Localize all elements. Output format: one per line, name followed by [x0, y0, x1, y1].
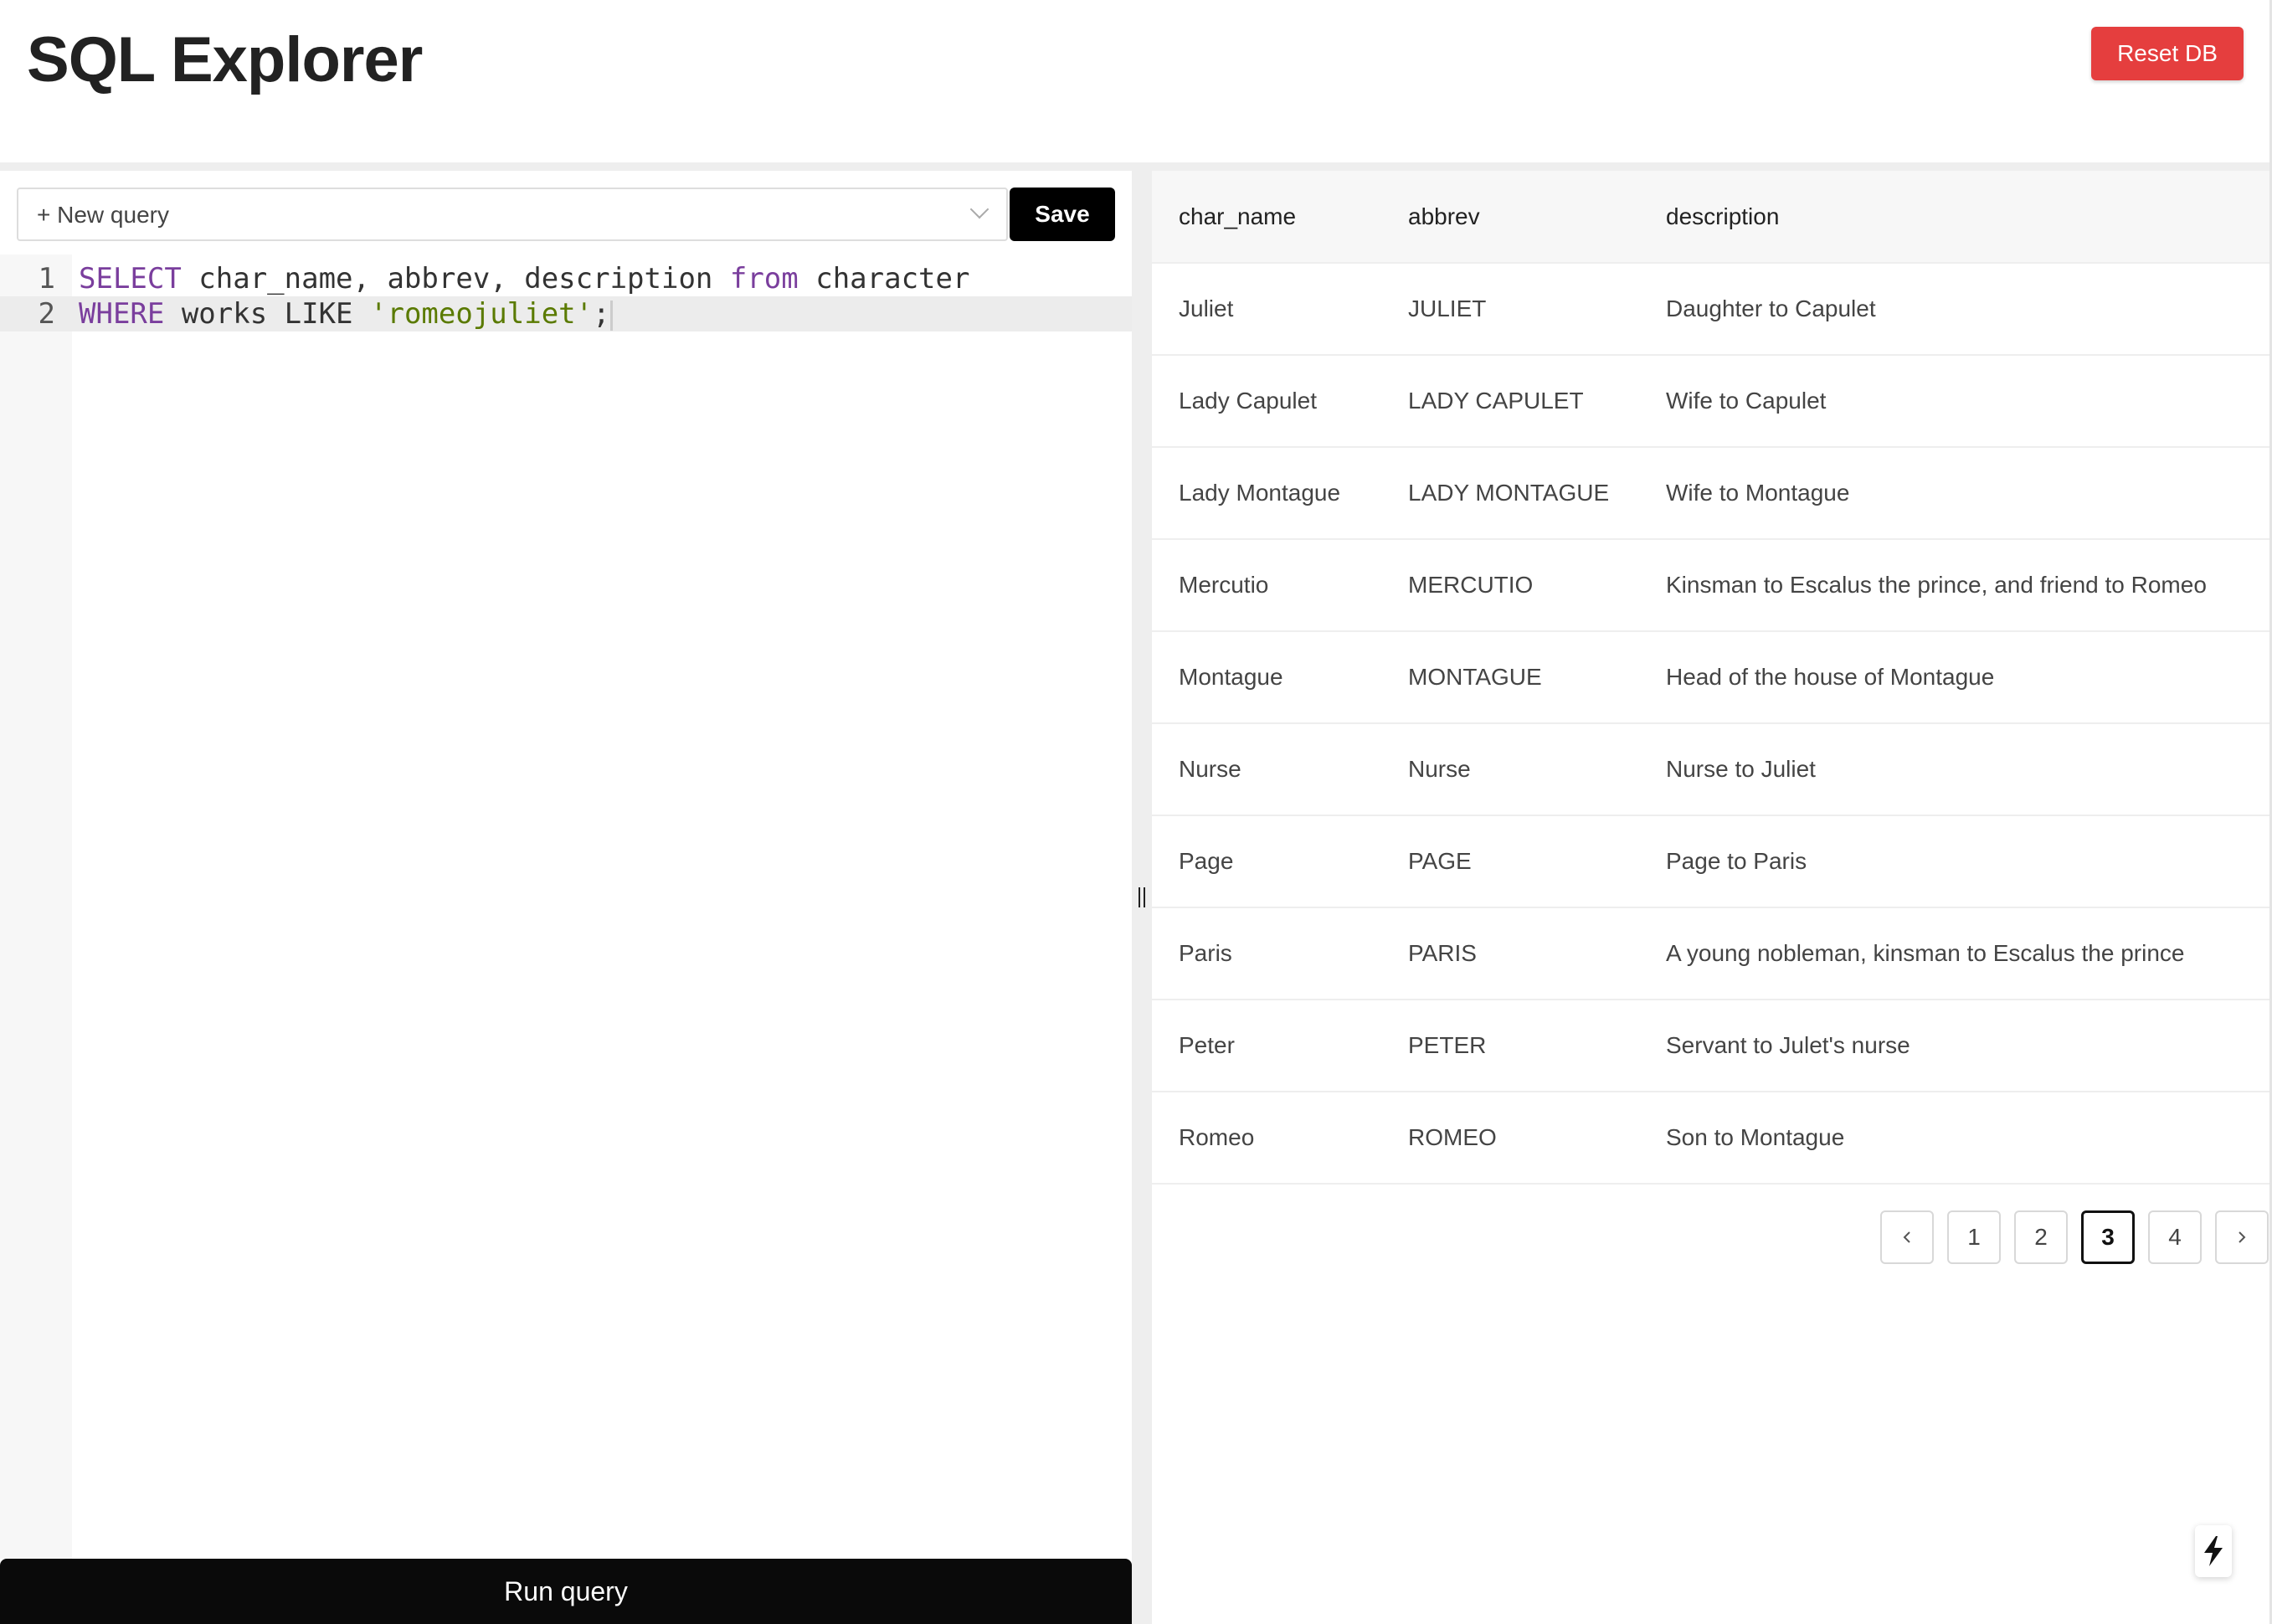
table-row: Peter PETER Servant to Julet's nurse: [1152, 1000, 2269, 1092]
table-cell-abbrev: PETER: [1381, 1000, 1639, 1092]
table-row: Mercutio MERCUTIO Kinsman to Escalus the p…: [1152, 539, 2269, 632]
table-cell-description: Page to Paris: [1639, 815, 2269, 908]
sql-keyword: WHERE: [79, 297, 165, 331]
results-pane: char_name abbrev description Juliet JULIE…: [1152, 171, 2269, 1624]
table-row: Lady Capulet LADY CAPULET Wife to Capulet: [1152, 355, 2269, 448]
editor-pane: + New query Save 1 SELECT char_name, abbr…: [0, 171, 1132, 1624]
table-cell-description: Daughter to Capulet: [1639, 263, 2269, 356]
page-button-current[interactable]: 3: [2081, 1210, 2135, 1264]
table-cell-description: Nurse to Juliet: [1639, 723, 2269, 816]
app-header: SQL Explorer Reset DB: [0, 0, 2272, 162]
code-editor[interactable]: 1 SELECT char_name, abbrev, description f…: [0, 254, 1132, 1559]
pane-resize-handle[interactable]: [1132, 171, 1152, 1624]
table-cell-abbrev: MONTAGUE: [1381, 631, 1639, 724]
sql-text: char_name, abbrev, description: [181, 262, 730, 296]
column-header: description: [1639, 171, 2269, 264]
table-row: Montague MONTAGUE Head of the house of Mon…: [1152, 631, 2269, 724]
table-cell-abbrev: ROMEO: [1381, 1092, 1639, 1185]
table-cell-abbrev: Nurse: [1381, 723, 1639, 816]
sql-string: 'romeojuliet': [370, 297, 594, 331]
bolt-button[interactable]: [2195, 1525, 2232, 1577]
page-button[interactable]: 4: [2148, 1210, 2202, 1264]
table-row: Page PAGE Page to Paris: [1152, 815, 2269, 908]
results-table: char_name abbrev description Juliet JULIE…: [1152, 171, 2269, 1185]
table-cell-description: Head of the house of Montague: [1639, 631, 2269, 724]
table-cell-description: Wife to Capulet: [1639, 355, 2269, 448]
sql-text: character: [798, 262, 970, 296]
chevron-left-icon: [1903, 1231, 1910, 1243]
table-header-row: char_name abbrev description: [1152, 171, 2269, 264]
page-button[interactable]: 1: [1947, 1210, 2001, 1264]
table-cell-char-name: Montague: [1152, 631, 1381, 724]
line-code: WHERE works LIKE 'romeojuliet';: [79, 296, 613, 331]
text-cursor: [609, 300, 613, 331]
page-button[interactable]: 2: [2014, 1210, 2068, 1264]
table-row: Lady Montague LADY MONTAGUE Wife to Montag…: [1152, 447, 2269, 540]
pagination: 1 2 3 4: [1880, 1210, 2269, 1264]
table-cell-char-name: Romeo: [1152, 1092, 1381, 1185]
table-cell-abbrev: JULIET: [1381, 263, 1639, 356]
table-cell-description: A young nobleman, kinsman to Escalus the…: [1639, 907, 2269, 1000]
table-row: Juliet JULIET Daughter to Capulet: [1152, 263, 2269, 356]
table-cell-description: Servant to Julet's nurse: [1639, 1000, 2269, 1092]
table-cell-abbrev: PARIS: [1381, 907, 1639, 1000]
query-select[interactable]: + New query: [17, 188, 1008, 241]
code-line[interactable]: 2 WHERE works LIKE 'romeojuliet';: [0, 296, 1132, 331]
column-header: char_name: [1152, 171, 1381, 264]
sql-keyword: SELECT: [79, 262, 182, 296]
line-number: 2: [38, 297, 55, 331]
save-button[interactable]: Save: [1010, 188, 1115, 241]
table-cell-abbrev: MERCUTIO: [1381, 539, 1639, 632]
line-number-gutter: [0, 254, 72, 1559]
run-query-button[interactable]: Run query: [0, 1559, 1132, 1624]
table-cell-char-name: Juliet: [1152, 263, 1381, 356]
line-code: SELECT char_name, abbrev, description fr…: [79, 261, 969, 296]
sql-text: works LIKE: [164, 297, 370, 331]
table-cell-char-name: Lady Montague: [1152, 447, 1381, 540]
table-cell-abbrev: LADY CAPULET: [1381, 355, 1639, 448]
table-cell-char-name: Paris: [1152, 907, 1381, 1000]
table-cell-description: Son to Montague: [1639, 1092, 2269, 1185]
next-page-button[interactable]: [2215, 1210, 2269, 1264]
table-row: Nurse Nurse Nurse to Juliet: [1152, 723, 2269, 816]
table-cell-abbrev: LADY MONTAGUE: [1381, 447, 1639, 540]
lightning-bolt-icon: [2204, 1536, 2223, 1566]
sql-keyword: from: [729, 262, 799, 296]
page-title: SQL Explorer: [27, 24, 423, 95]
prev-page-button[interactable]: [1880, 1210, 1934, 1264]
chevron-down-icon: [969, 199, 990, 219]
table-cell-char-name: Peter: [1152, 1000, 1381, 1092]
column-header: abbrev: [1381, 171, 1639, 264]
table-cell-abbrev: PAGE: [1381, 815, 1639, 908]
table-row: Paris PARIS A young nobleman, kinsman to E…: [1152, 907, 2269, 1000]
chevron-right-icon: [2239, 1231, 2246, 1243]
line-number: 1: [38, 262, 55, 296]
table-row: Romeo ROMEO Son to Montague: [1152, 1092, 2269, 1185]
sql-text: ;: [593, 297, 610, 331]
reset-db-button[interactable]: Reset DB: [2091, 27, 2244, 80]
query-select-value: + New query: [37, 202, 169, 228]
table-cell-char-name: Lady Capulet: [1152, 355, 1381, 448]
table-cell-description: Wife to Montague: [1639, 447, 2269, 540]
table-cell-description: Kinsman to Escalus the prince, and frien…: [1639, 539, 2269, 632]
table-cell-char-name: Mercutio: [1152, 539, 1381, 632]
header-divider: [0, 162, 2272, 171]
drag-grip-icon: [1139, 887, 1145, 907]
code-line[interactable]: 1 SELECT char_name, abbrev, description f…: [0, 261, 1132, 296]
table-cell-char-name: Nurse: [1152, 723, 1381, 816]
table-cell-char-name: Page: [1152, 815, 1381, 908]
